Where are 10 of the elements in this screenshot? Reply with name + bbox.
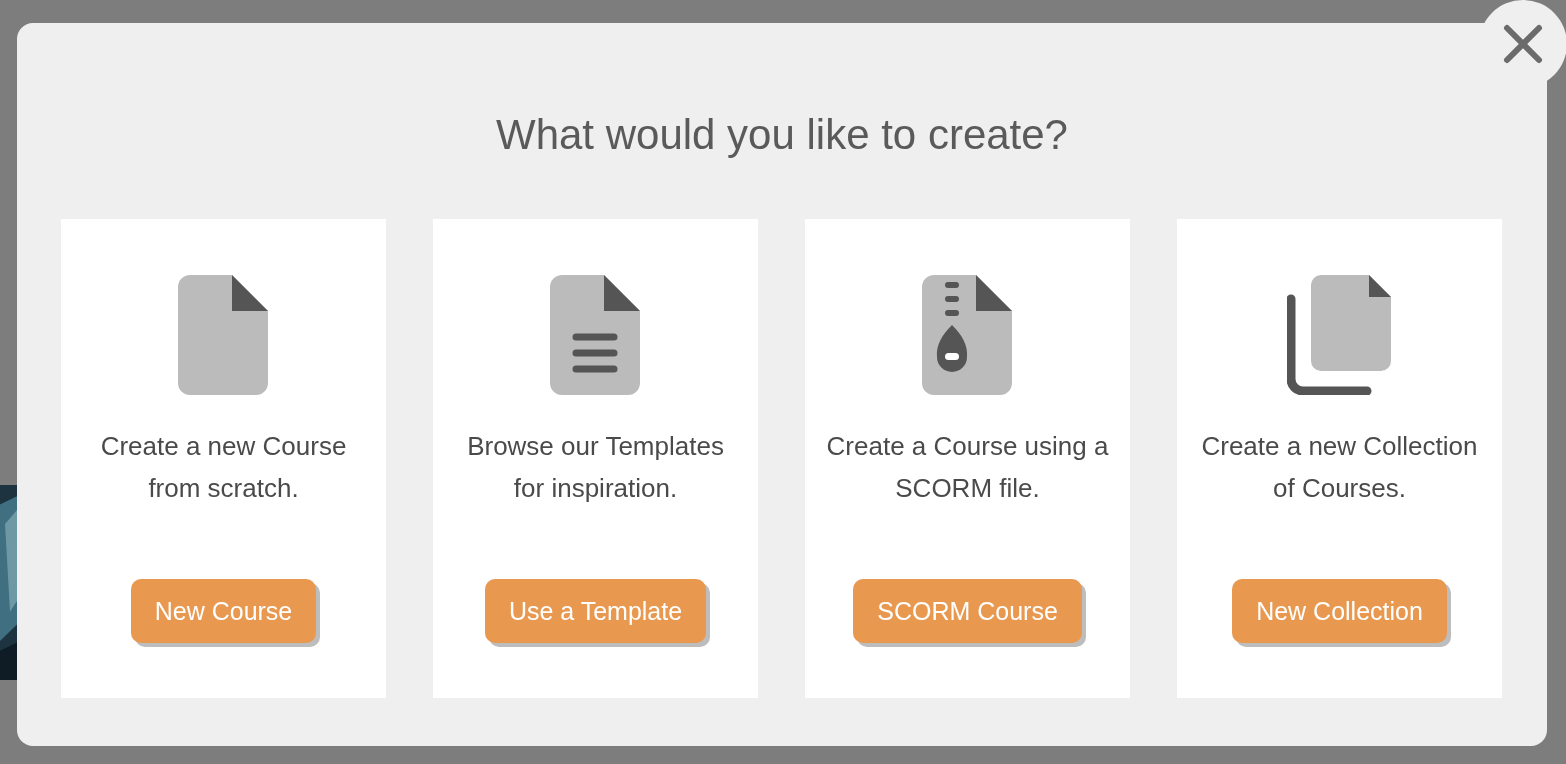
dialog-title: What would you like to create? bbox=[495, 110, 1069, 160]
zip-file-icon bbox=[921, 275, 1014, 395]
option-description: Browse our Templates for inspiration. bbox=[466, 430, 725, 505]
document-icon bbox=[549, 275, 642, 395]
option-description: Create a Course using a SCORM file. bbox=[825, 430, 1110, 505]
close-icon bbox=[1503, 24, 1543, 64]
option-description: Create a new Course from scratch. bbox=[99, 430, 348, 505]
file-icon bbox=[177, 275, 270, 395]
copy-icon bbox=[1286, 275, 1393, 395]
option-description: Create a new Collection of Courses. bbox=[1200, 430, 1479, 505]
